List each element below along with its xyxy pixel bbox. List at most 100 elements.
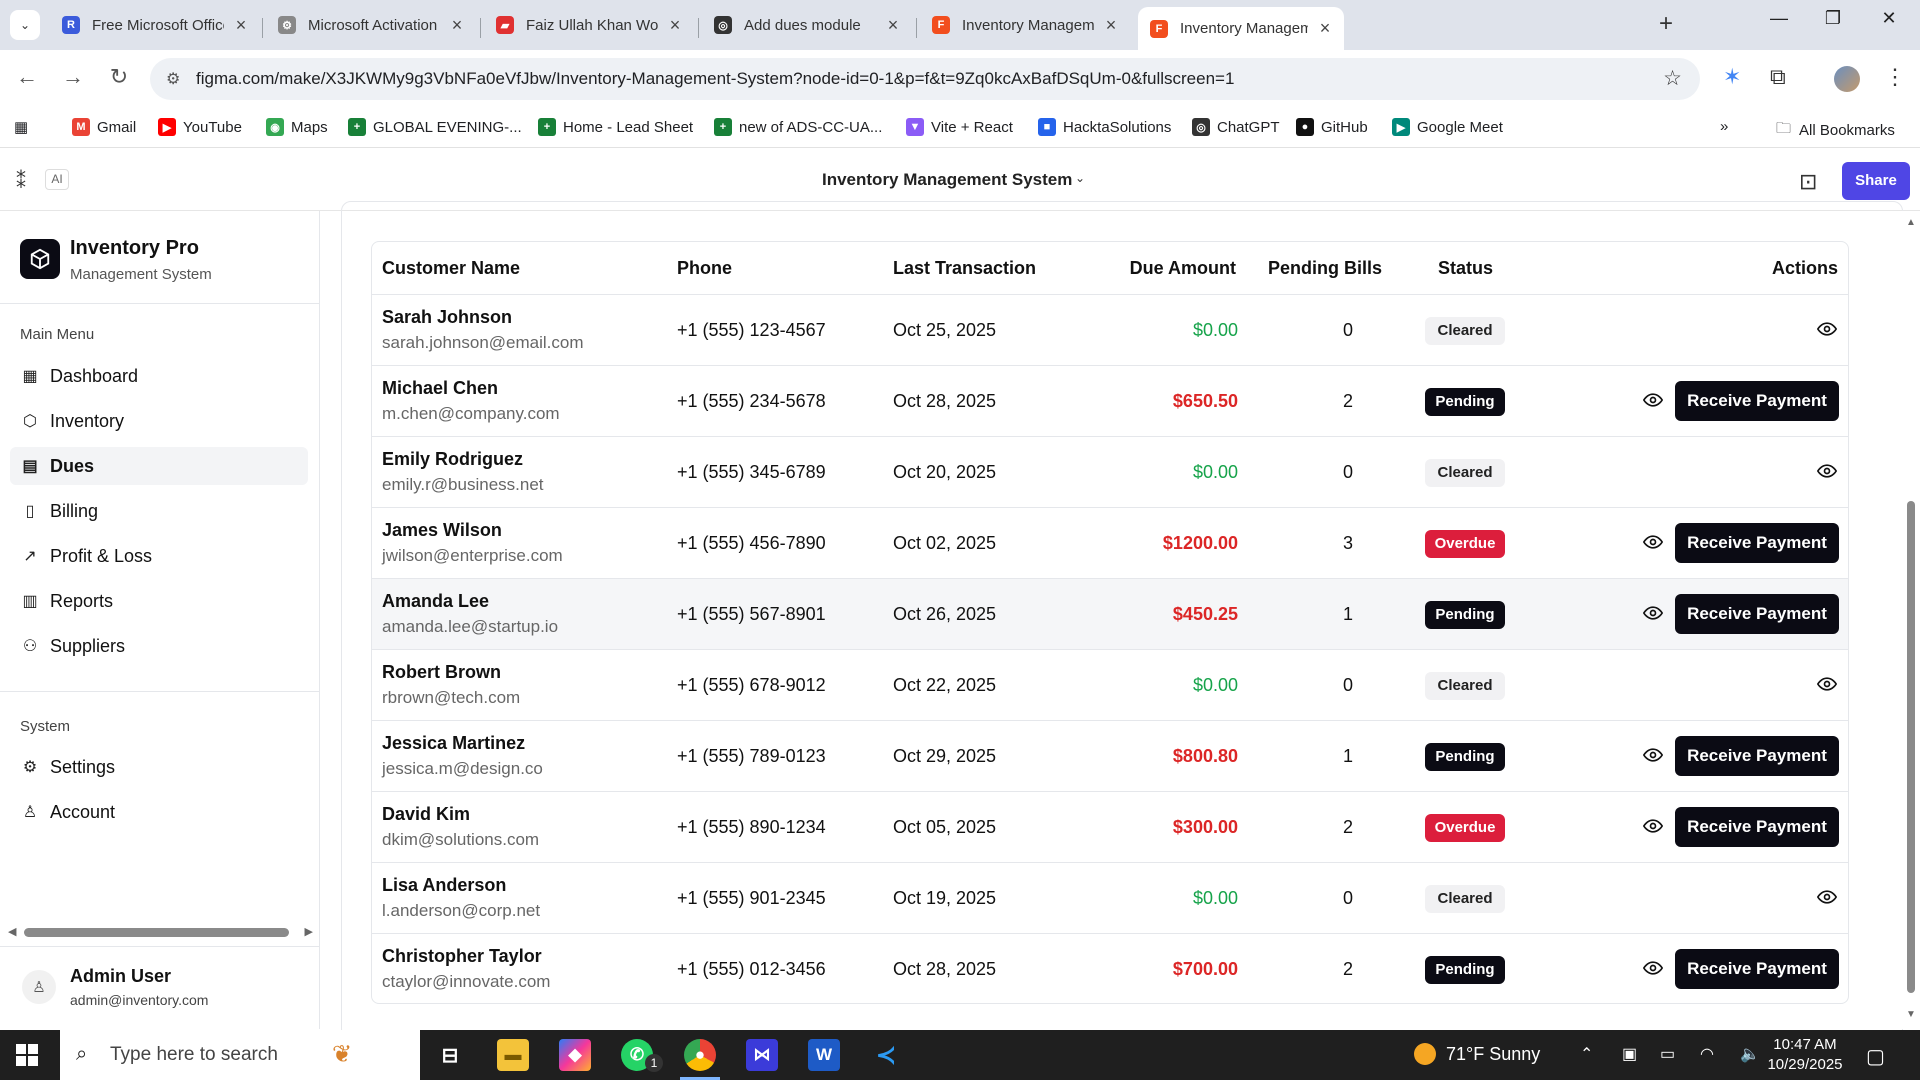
browser-tab[interactable]: ▰ Faiz Ullah Khan Workspace × <box>484 7 694 43</box>
share-button[interactable]: Share <box>1842 162 1910 200</box>
sidebar-item-inventory[interactable]: ⬡ Inventory <box>10 402 308 440</box>
browser-tab[interactable]: ◎ Add dues module × <box>702 7 912 43</box>
scrollbar-thumb[interactable] <box>24 928 289 937</box>
view-eye-icon[interactable] <box>1641 816 1665 836</box>
notification-icon[interactable]: ▢ <box>1866 1044 1885 1069</box>
browser-tab[interactable]: F Inventory Management Sy × <box>1138 7 1344 50</box>
view-eye-icon[interactable] <box>1815 461 1839 481</box>
windows-start-icon[interactable] <box>16 1044 38 1066</box>
bookmark-item[interactable]: ■ HacktaSolutions <box>1038 118 1171 136</box>
close-tab-icon[interactable]: × <box>448 15 466 36</box>
bookmark-item[interactable]: ▶ YouTube <box>158 118 242 136</box>
extension-icon[interactable]: ✶ <box>1723 64 1741 90</box>
view-eye-icon[interactable] <box>1815 674 1839 694</box>
bookmark-item[interactable]: ◉ Maps <box>266 118 328 136</box>
view-eye-icon[interactable] <box>1641 390 1665 410</box>
bookmark-item[interactable]: ▶ Google Meet <box>1392 118 1503 136</box>
close-tab-icon[interactable]: × <box>1102 15 1120 36</box>
page-vertical-scrollbar[interactable]: ▲ ▼ <box>1902 211 1920 1029</box>
omnibox[interactable]: ⚙ figma.com/make/X3JKWMy9g3VbNFa0eVfJbw/… <box>150 58 1700 100</box>
file-explorer-icon[interactable]: ▬ <box>497 1039 529 1071</box>
bookmark-star-icon[interactable]: ☆ <box>1663 66 1682 91</box>
receive-payment-button[interactable]: Receive Payment <box>1675 594 1839 634</box>
sidebar-item-settings[interactable]: ⚙ Settings <box>10 748 308 786</box>
wifi-icon[interactable]: ◠ <box>1700 1044 1714 1064</box>
sidebar-item-reports[interactable]: ▥ Reports <box>10 582 308 620</box>
scroll-right-arrow[interactable]: ▶ <box>305 925 313 938</box>
apps-grid-icon[interactable]: ▦ <box>14 118 28 136</box>
bookmark-item[interactable]: M Gmail <box>72 118 136 136</box>
sidebar-item-dashboard[interactable]: ▦ Dashboard <box>10 357 308 395</box>
taskbar-search[interactable]: ⌕ Type here to search ❦ <box>60 1030 420 1080</box>
bookmark-item[interactable]: + new of ADS-CC-UA... <box>714 118 882 136</box>
word-icon[interactable]: W <box>808 1039 840 1071</box>
view-eye-icon[interactable] <box>1641 745 1665 765</box>
profile-avatar[interactable] <box>1834 66 1860 92</box>
battery-icon[interactable]: ▭ <box>1660 1044 1675 1064</box>
bookmark-item[interactable]: + GLOBAL EVENING-... <box>348 118 522 136</box>
vscode-icon[interactable]: ≺ <box>870 1039 902 1071</box>
maximize-button[interactable]: ❐ <box>1808 8 1858 29</box>
bookmark-item[interactable]: ◎ ChatGPT <box>1192 118 1280 136</box>
copilot-icon[interactable]: ◆ <box>559 1039 591 1071</box>
chrome-icon[interactable]: ● <box>684 1039 716 1071</box>
ai-chip[interactable]: AI <box>45 169 69 190</box>
minimize-button[interactable]: — <box>1754 8 1804 29</box>
tray-chevron-icon[interactable]: ⌃ <box>1580 1044 1593 1064</box>
forward-button[interactable]: → <box>58 64 88 90</box>
close-tab-icon[interactable]: × <box>232 15 250 36</box>
figma-logo-icon[interactable]: ⁑ <box>16 169 26 194</box>
receive-payment-button[interactable]: Receive Payment <box>1675 949 1839 989</box>
new-tab-button[interactable]: + <box>1651 10 1681 40</box>
task-view-icon[interactable]: ⊟ <box>434 1039 466 1071</box>
url-text[interactable]: figma.com/make/X3JKWMy9g3VbNFa0eVfJbw/In… <box>196 69 1234 89</box>
close-window-button[interactable]: ✕ <box>1864 8 1914 29</box>
clock[interactable]: 10:47 AM 10/29/2025 <box>1760 1035 1850 1075</box>
browser-menu-icon[interactable]: ⋮ <box>1884 64 1906 90</box>
all-bookmarks[interactable]: 🗀 All Bookmarks <box>1776 118 1895 143</box>
close-tab-icon[interactable]: × <box>666 15 684 36</box>
view-eye-icon[interactable] <box>1641 603 1665 623</box>
receive-payment-button[interactable]: Receive Payment <box>1675 736 1839 776</box>
chevron-down-icon[interactable]: ⌄ <box>1075 171 1085 185</box>
weather-widget[interactable]: 71°F Sunny <box>1414 1043 1540 1065</box>
scroll-up-arrow[interactable]: ▲ <box>1906 217 1916 228</box>
view-eye-icon[interactable] <box>1815 319 1839 339</box>
scroll-down-arrow[interactable]: ▼ <box>1906 1009 1916 1020</box>
extensions-puzzle-icon[interactable]: ⧉ <box>1770 64 1786 90</box>
receive-payment-button[interactable]: Receive Payment <box>1675 523 1839 563</box>
bookmark-item[interactable]: ▼ Vite + React <box>906 118 1013 136</box>
sidebar-item-profit-loss[interactable]: ↗ Profit & Loss <box>10 537 308 575</box>
sidebar-item-suppliers[interactable]: ⚇ Suppliers <box>10 627 308 665</box>
volume-icon[interactable]: 🔈 <box>1740 1044 1760 1064</box>
meet-now-icon[interactable]: ▣ <box>1622 1044 1637 1064</box>
more-bookmarks-icon[interactable]: » <box>1720 118 1728 135</box>
sidebar-item-dues[interactable]: ▤ Dues <box>10 447 308 485</box>
user-avatar[interactable]: ♙ <box>22 970 56 1004</box>
sidebar-horizontal-scrollbar[interactable]: ◀ ▶ <box>8 925 313 939</box>
browser-tab[interactable]: F Inventory Management Sy × <box>920 7 1130 43</box>
sidebar-item-billing[interactable]: ▯ Billing <box>10 492 308 530</box>
view-eye-icon[interactable] <box>1641 958 1665 978</box>
scroll-left-arrow[interactable]: ◀ <box>8 925 16 938</box>
receive-payment-button[interactable]: Receive Payment <box>1675 807 1839 847</box>
bookmark-item[interactable]: ● GitHub <box>1296 118 1368 136</box>
browser-tab[interactable]: R Free Microsoft Office 365 F × <box>50 7 260 43</box>
view-eye-icon[interactable] <box>1815 887 1839 907</box>
bookmark-item[interactable]: + Home - Lead Sheet <box>538 118 693 136</box>
scrollbar-thumb[interactable] <box>1907 501 1915 993</box>
tab-search-button[interactable]: ⌄ <box>10 10 40 40</box>
table-row: Sarah Johnson sarah.johnson@email.com +1 (… <box>372 294 1848 365</box>
back-button[interactable]: ← <box>12 64 42 90</box>
close-tab-icon[interactable]: × <box>884 15 902 36</box>
receive-payment-button[interactable]: Receive Payment <box>1675 381 1839 421</box>
close-tab-icon[interactable]: × <box>1316 18 1334 39</box>
inspect-icon[interactable]: ⊡ <box>1799 169 1817 195</box>
view-eye-icon[interactable] <box>1641 532 1665 552</box>
sidebar-item-account[interactable]: ♙ Account <box>10 793 308 831</box>
browser-tab[interactable]: ⚙ Microsoft Activation Script × <box>266 7 476 43</box>
site-info-icon[interactable]: ⚙ <box>166 69 180 89</box>
reload-button[interactable]: ↻ <box>104 64 134 90</box>
project-title[interactable]: Inventory Management System <box>822 170 1072 190</box>
app-icon[interactable]: ⋈ <box>746 1039 778 1071</box>
